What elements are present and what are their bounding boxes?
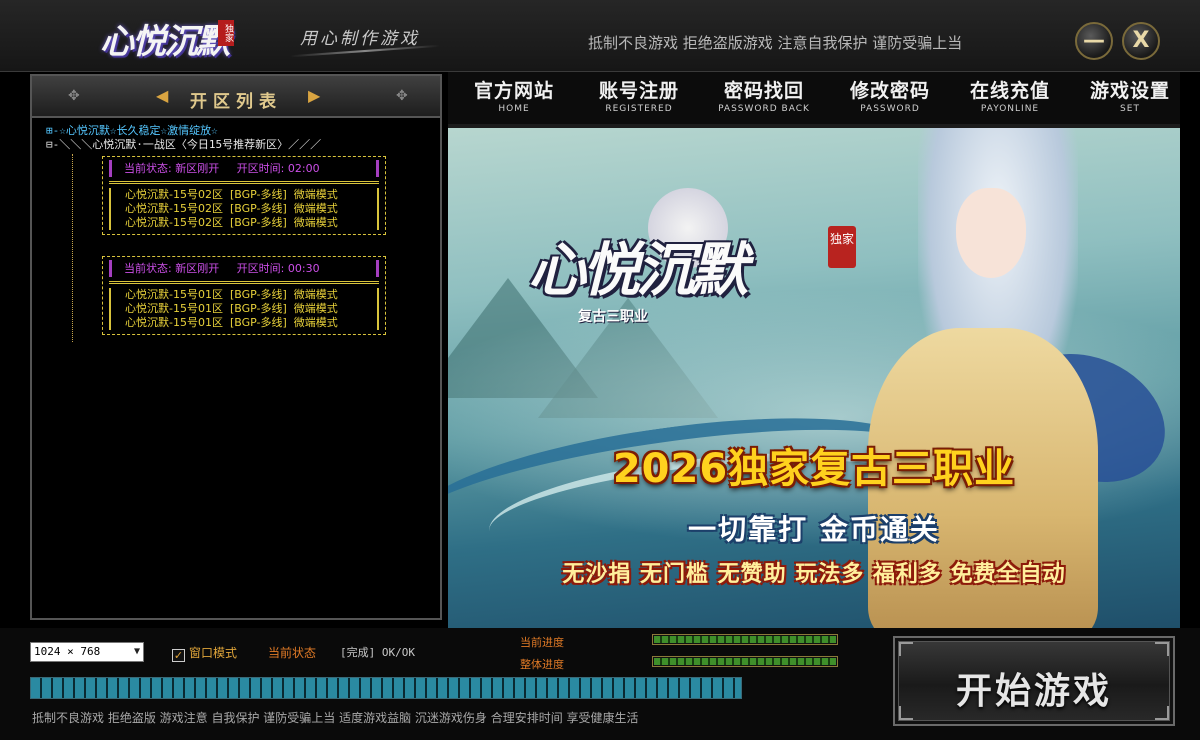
resolution-value: 1024 × 768 (34, 645, 101, 658)
nav-label: 在线充值 (969, 80, 1050, 102)
rivet-icon: ✥ (396, 88, 408, 104)
server-group: 当前状态: 新区刚开 开区时间: 00:30 心悦沉默-15号01区 [BGP-… (102, 256, 386, 335)
status-label: 当前状态 (268, 646, 317, 660)
current-progress-bar (652, 634, 838, 645)
launcher-logo: 心悦沉默 独家 (100, 14, 250, 66)
nav-sublabel: PASSWORD (860, 104, 920, 114)
nav-label: 修改密码 (849, 80, 930, 102)
current-progress-label: 当前进度 (520, 636, 564, 649)
nav-label: 官方网站 (473, 80, 554, 102)
server-row[interactable]: 心悦沉默-15号01区 [BGP-多线] 微端模式 (109, 302, 379, 316)
chevron-down-icon[interactable]: ▼ (134, 643, 140, 661)
close-button[interactable]: X (1122, 22, 1160, 60)
group-status: 当前状态: 新区刚开 开区时间: 00:30 (109, 260, 379, 277)
character-face (956, 188, 1026, 278)
banner-logo-seal: 独家 (828, 226, 856, 268)
banner-features: 无沙捐 无门槛 无赞助 玩法多 福利多 免费全自动 (562, 562, 1066, 587)
nav-sublabel: SET (1120, 104, 1140, 114)
server-row[interactable]: 心悦沉默-15号01区 [BGP-多线] 微端模式 (109, 316, 379, 330)
server-row[interactable]: 心悦沉默-15号01区 [BGP-多线] 微端模式 (109, 288, 379, 302)
header-notice: 抵制不良游戏 拒绝盗版游戏 注意自我保护 谨防受骗上当 (588, 34, 963, 52)
logo-text: 心悦沉默 (100, 22, 230, 62)
nav-home[interactable]: 官方网站 HOME (454, 76, 574, 114)
promo-banner[interactable]: 心悦沉默 独家 复古三职业 2026独家复古三职业 一切靠打 金币通关 无沙捐 … (448, 128, 1180, 628)
banner-headline: 2026独家复古三职业 (612, 446, 1016, 492)
server-list-panel: ✥ ◀ 开区列表 ▶ ✥ ⊞-☆心悦沉默☆长久稳定☆激情绽放☆ ⊟-＼＼＼心悦沉… (30, 74, 442, 620)
group-status: 当前状态: 新区刚开 开区时间: 02:00 (109, 160, 379, 177)
nav-game-settings[interactable]: 游戏设置 SET (1070, 76, 1190, 114)
top-navigation: 官方网站 HOME 账号注册 REGISTERED 密码找回 PASSWORD … (448, 72, 1180, 124)
server-list-header: ✥ ◀ 开区列表 ▶ ✥ (32, 76, 440, 118)
overall-progress-fill (654, 658, 836, 665)
slogan: 用心制作游戏 (300, 29, 420, 49)
nav-register[interactable]: 账号注册 REGISTERED (579, 76, 699, 114)
checkbox-icon[interactable]: ✓ (172, 649, 185, 662)
current-progress-fill (654, 636, 836, 643)
server-group: 当前状态: 新区刚开 开区时间: 02:00 心悦沉默-15号02区 [BGP-… (102, 156, 386, 235)
nav-label: 密码找回 (723, 80, 804, 102)
corner-ornament (899, 642, 913, 656)
server-row[interactable]: 心悦沉默-15号02区 [BGP-多线] 微端模式 (109, 216, 379, 230)
server-row[interactable]: 心悦沉默-15号02区 [BGP-多线] 微端模式 (109, 202, 379, 216)
nav-sublabel: PASSWORD BACK (718, 104, 810, 114)
nav-label: 账号注册 (598, 80, 679, 102)
server-row[interactable]: 心悦沉默-15号02区 [BGP-多线] 微端模式 (109, 188, 379, 202)
overall-progress-label: 整体进度 (520, 658, 564, 671)
nav-label: 游戏设置 (1089, 80, 1170, 102)
overall-progress-bar (652, 656, 838, 667)
tree-guide (72, 154, 73, 342)
nav-recharge[interactable]: 在线充值 PAYONLINE (950, 76, 1070, 114)
tree-zone-node[interactable]: ⊟-＼＼＼心悦沉默·一战区〈今日15号推荐新区〉／／／ (46, 138, 436, 152)
banner-subline: 一切靠打 金币通关 (688, 513, 940, 546)
banner-game-logo: 心悦沉默 (528, 236, 748, 304)
nav-change-password[interactable]: 修改密码 PASSWORD (830, 76, 950, 114)
tree-root-node[interactable]: ⊞-☆心悦沉默☆长久稳定☆激情绽放☆ (46, 124, 436, 138)
start-game-button[interactable]: 开始游戏 (893, 636, 1175, 726)
nav-sublabel: HOME (498, 104, 530, 114)
title-bar[interactable]: 心悦沉默 独家 用心制作游戏 抵制不良游戏 拒绝盗版游戏 注意自我保护 谨防受骗… (0, 0, 1200, 72)
divider (109, 181, 379, 184)
server-tree: ⊞-☆心悦沉默☆长久稳定☆激情绽放☆ ⊟-＼＼＼心悦沉默·一战区〈今日15号推荐… (46, 124, 436, 152)
logo-seal: 独家 (218, 20, 234, 46)
health-notice-footer: 抵制不良游戏 拒绝盗版 游戏注意 自我保护 谨防受骗上当 适度游戏益脑 沉迷游戏… (32, 711, 639, 725)
server-list-title: 开区列表 (190, 92, 282, 112)
divider (109, 281, 379, 284)
status-value: [完成] OK/OK (340, 646, 415, 659)
minimize-button[interactable]: — (1075, 22, 1113, 60)
loading-bar (30, 677, 742, 699)
window-mode-checkbox[interactable]: ✓ 窗口模式 (172, 644, 237, 662)
window-mode-label: 窗口模式 (189, 646, 238, 660)
start-game-label: 开始游戏 (955, 670, 1112, 712)
next-arrow-icon[interactable]: ▶ (308, 86, 320, 105)
resolution-select[interactable]: 1024 × 768 ▼ (30, 642, 144, 662)
banner-logo-subtitle: 复古三职业 (578, 309, 648, 325)
nav-sublabel: REGISTERED (605, 104, 673, 114)
nav-password-recovery[interactable]: 密码找回 PASSWORD BACK (704, 76, 824, 114)
nav-sublabel: PAYONLINE (980, 104, 1040, 114)
corner-ornament (1155, 642, 1169, 656)
